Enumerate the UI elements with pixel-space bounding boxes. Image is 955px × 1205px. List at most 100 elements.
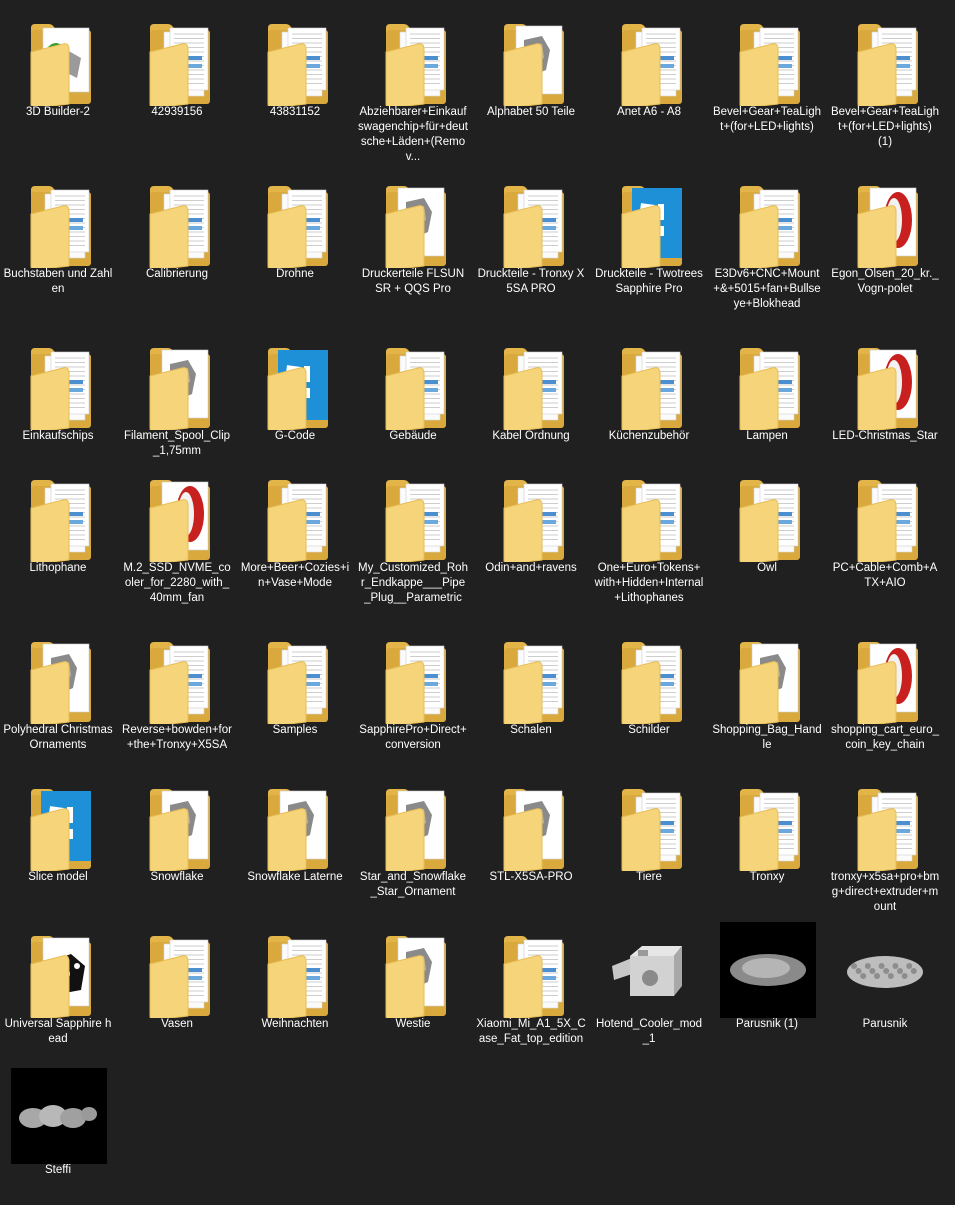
folder-icon	[356, 334, 470, 430]
item-label: Snowflake Laterne	[247, 871, 343, 883]
item-label: Druckteile - Twotrees Sapphire Pro	[595, 268, 703, 295]
item-label: Filament_Spool_Clip_1,75mm	[123, 430, 231, 457]
folder-icon	[710, 10, 824, 106]
folder-icon	[474, 628, 588, 724]
item-label: Tiere	[636, 871, 662, 883]
folder-icon	[120, 628, 234, 724]
item-label: 42939156	[151, 106, 203, 118]
item-label: Shopping_Bag_Handle	[712, 724, 822, 751]
folder-with-slicer-logo-icon	[238, 334, 352, 430]
folder-icon	[1, 466, 115, 562]
folder-with-model-preview-icon	[356, 775, 470, 871]
item-label: E3Dv6+CNC+Mount+&+5015+fan+Bullseye+Blok…	[713, 268, 821, 310]
item-label: Abziehbarer+Einkaufswagenchip+für+deutsc…	[358, 106, 468, 163]
item-label: tronxy+x5sa+pro+bmg+direct+extruder+moun…	[830, 871, 940, 913]
folder-icon	[592, 10, 706, 106]
folder-icon	[238, 10, 352, 106]
item-label: Star_and_Snowflake_Star_Ornament	[359, 871, 467, 898]
item-label: Küchenzubehör	[608, 430, 690, 442]
item-label: Xiaomi_Mi_A1_5X_Case_Fat_top_edition	[476, 1018, 586, 1045]
item-label: Egon_Olsen_20_kr._Vogn-polet	[831, 268, 939, 295]
item-label: PC+Cable+Comb+ATX+AIO	[832, 562, 938, 589]
item-label: Westie	[395, 1018, 431, 1030]
item-label: LED-Christmas_Star	[832, 430, 938, 442]
folder-with-red-model-preview-icon	[120, 466, 234, 562]
folder-with-model-preview-icon	[1, 628, 115, 724]
folder-icon	[238, 172, 352, 268]
folder-icon	[710, 775, 824, 871]
folder-icon	[238, 922, 352, 1018]
folder-icon	[592, 775, 706, 871]
folder-with-model-preview-icon	[474, 775, 588, 871]
folder-icon	[238, 628, 352, 724]
item-label: One+Euro+Tokens+with+Hidden+Internal+Lit…	[594, 562, 704, 604]
item-label: Hotend_Cooler_mod_1	[595, 1018, 703, 1045]
folder-icon	[356, 466, 470, 562]
item-label: Schilder	[628, 724, 670, 736]
item-label: Slice model	[28, 871, 88, 883]
folder-icon	[120, 10, 234, 106]
folder-icon	[828, 466, 942, 562]
folder-with-model-preview-icon	[238, 775, 352, 871]
item-label: Alphabet 50 Teile	[486, 106, 576, 118]
folder-icon	[474, 172, 588, 268]
item-label: Anet A6 - A8	[617, 106, 681, 118]
folder-icon	[356, 10, 470, 106]
folder-icon	[828, 775, 942, 871]
item-label: shopping_cart_euro_coin_key_chain	[830, 724, 940, 751]
item-label: Samples	[272, 724, 318, 736]
item-label: STL-X5SA-PRO	[489, 871, 573, 883]
item-label: Weihnachten	[261, 1018, 329, 1030]
item-label: Buchstaben und Zahlen	[3, 268, 113, 295]
folder-icon	[474, 922, 588, 1018]
folder-icon	[710, 466, 824, 562]
folder-with-model-preview-icon	[120, 775, 234, 871]
folder-icon	[710, 334, 824, 430]
item-label: 43831152	[269, 106, 321, 118]
item-label: Lampen	[746, 430, 788, 442]
item-label: Odin+and+ravens	[485, 562, 577, 574]
folder-icon	[1, 334, 115, 430]
folder-with-red-model-preview-icon	[828, 172, 942, 268]
item-label: Einkaufschips	[22, 430, 94, 442]
item-label: Drohne	[276, 268, 314, 280]
folder-with-slicer-logo-icon	[1, 775, 115, 871]
item-label: Parusnik (1)	[736, 1018, 798, 1030]
folder-with-model-preview-icon	[1, 922, 115, 1018]
item-label: Bevel+Gear+TeaLight+(for+LED+lights) (1)	[830, 106, 940, 148]
item-label: My_Customized_Rohr_Endkappe___Pipe_Plug_…	[358, 562, 468, 604]
folder-with-slicer-logo-icon	[592, 172, 706, 268]
folder-icon	[828, 10, 942, 106]
image-file-thumbnail-icon	[1, 1068, 115, 1164]
folder-icon	[356, 628, 470, 724]
item-label: Parusnik	[862, 1018, 908, 1030]
folder-with-red-model-preview-icon	[828, 628, 942, 724]
item-label: Snowflake	[150, 871, 204, 883]
item-label: Bevel+Gear+TeaLight+(for+LED+lights)	[712, 106, 822, 133]
folder-with-model-preview-icon	[356, 922, 470, 1018]
folder-icon	[1, 172, 115, 268]
item-label: Owl	[757, 562, 777, 574]
item-label: Calibrierung	[145, 268, 208, 280]
folder-icon	[474, 334, 588, 430]
item-label: Tronxy	[749, 871, 785, 883]
folder-icon	[592, 466, 706, 562]
item-label: SapphirePro+Direct+conversion	[359, 724, 467, 751]
item-label: Vasen	[161, 1018, 193, 1030]
folder-icon	[238, 466, 352, 562]
folder-with-model-preview-icon	[474, 10, 588, 106]
item-label: Lithophane	[29, 562, 87, 574]
item-label: More+Beer+Cozies+in+Vase+Mode	[240, 562, 350, 589]
item-label: Reverse+bowden+for+the+Tronxy+X5SA	[122, 724, 232, 751]
folder-with-3d-builder-preview-icon	[1, 10, 115, 106]
item-label: Druckteile - Tronxy X5SA PRO	[477, 268, 585, 295]
image-file-thumbnail-icon	[710, 922, 824, 1018]
3d-model-file-icon	[828, 922, 942, 1018]
item-label: Kabel Ordnung	[492, 430, 570, 442]
3d-model-file-icon	[592, 922, 706, 1018]
item-label: Universal Sapphire head	[4, 1018, 112, 1045]
item-label: Steffi	[45, 1164, 71, 1176]
folder-icon	[120, 172, 234, 268]
item-label: M.2_SSD_NVME_cooler_for_2280_with_40mm_f…	[123, 562, 231, 604]
folder-with-model-preview-icon	[356, 172, 470, 268]
